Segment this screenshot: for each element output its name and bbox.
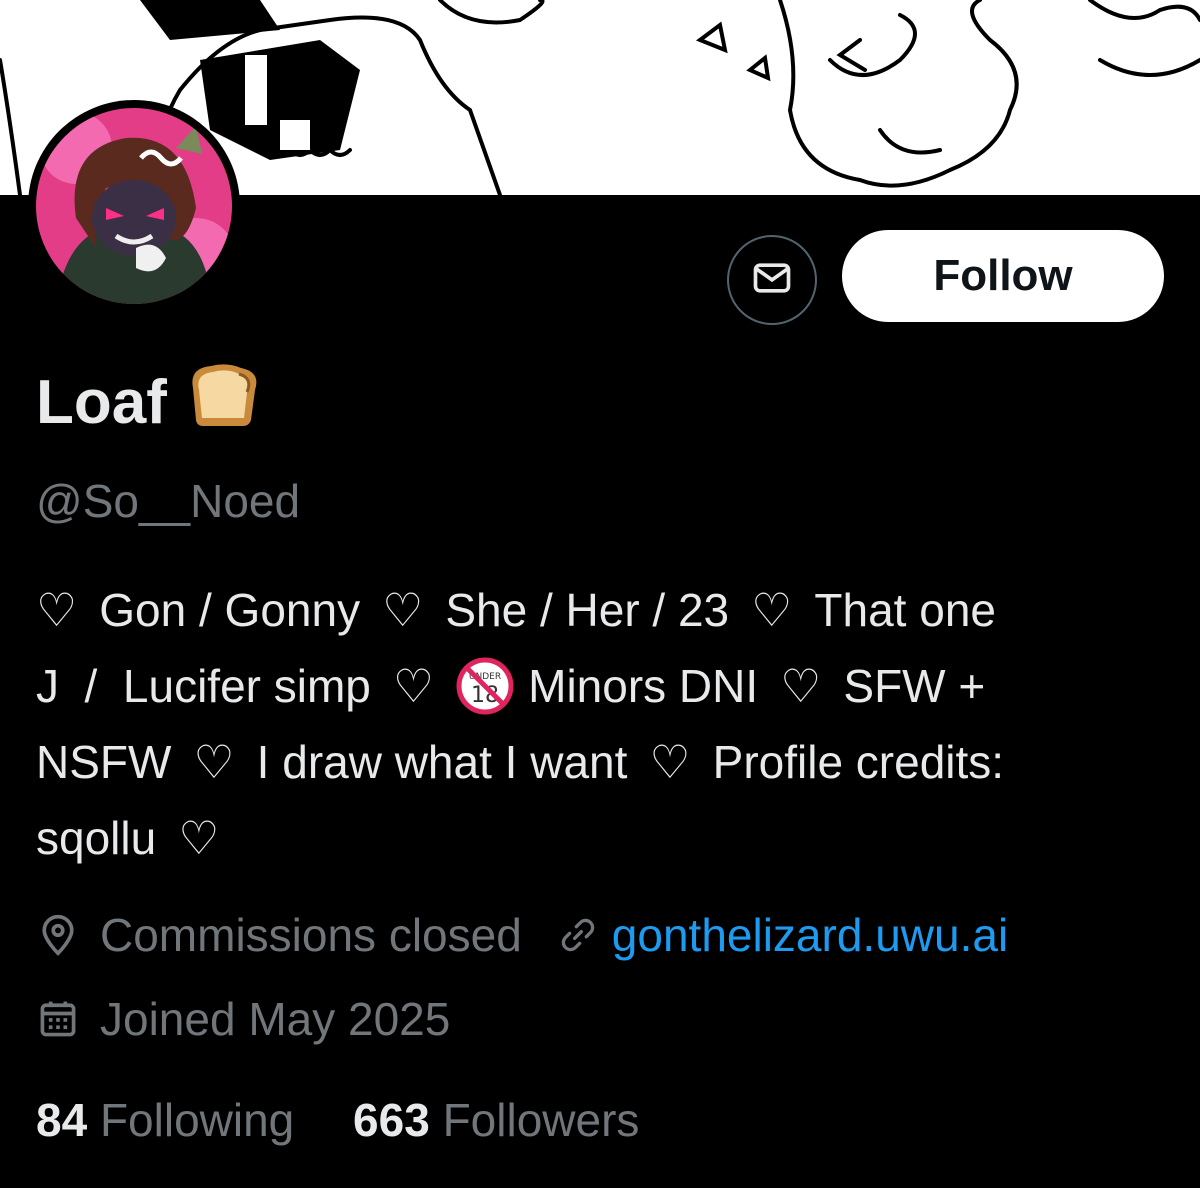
bread-emoji-icon (187, 362, 261, 443)
bio-text: She / Her / 23 (445, 584, 730, 636)
bio-text: That one (814, 584, 996, 636)
bio-text: Minors DNI (528, 660, 759, 712)
message-button[interactable] (727, 235, 817, 325)
heart-separator-icon: ♡ (780, 660, 822, 712)
link-icon (558, 915, 598, 955)
following-stat[interactable]: 84 Following (36, 1093, 294, 1147)
display-name-text: Loaf (36, 368, 167, 437)
profile-meta-joined: Joined May 2025 (36, 992, 450, 1046)
bio-text: J / Lucifer simp (36, 660, 371, 712)
heart-separator-icon: ♡ (751, 584, 793, 636)
following-count: 84 (36, 1094, 88, 1146)
profile-meta-location-link: Commissions closed gonthelizard.uwu.ai (36, 908, 1008, 962)
heart-separator-icon: ♡ (649, 736, 691, 788)
follow-button-label: Follow (933, 251, 1073, 300)
display-name: Loaf (36, 362, 261, 443)
profile-avatar[interactable] (28, 100, 240, 312)
heart-separator-icon: ♡ (36, 584, 78, 636)
followers-label: Followers (442, 1094, 640, 1146)
bio-line-1: ♡ Gon / Gonny ♡ She / Her / 23 ♡ That on… (36, 572, 1176, 648)
bio-text: sqollu (36, 812, 157, 864)
location-text: Commissions closed (100, 909, 522, 961)
bio-text: I draw what I want (256, 736, 628, 788)
calendar-icon (36, 997, 80, 1041)
website-link[interactable]: gonthelizard.uwu.ai (612, 908, 1008, 962)
heart-separator-icon: ♡ (178, 812, 220, 864)
location-pin-icon (36, 913, 80, 957)
bio-line-4: sqollu ♡ (36, 800, 1176, 876)
bio-text: NSFW (36, 736, 172, 788)
joined-date: Joined May 2025 (100, 993, 451, 1045)
bio-text: Profile credits: (712, 736, 1005, 788)
followers-stat[interactable]: 663 Followers (353, 1093, 639, 1147)
follow-stats: 84 Following 663 Followers (36, 1093, 639, 1147)
under-18-prohibited-icon: UNDER 18 (456, 657, 514, 715)
bio-line-2: J / Lucifer simp ♡ UNDER 18 Minors DNI ♡… (36, 648, 1176, 724)
heart-separator-icon: ♡ (392, 660, 435, 712)
following-label: Following (99, 1094, 295, 1146)
follow-button[interactable]: Follow (842, 230, 1164, 322)
followers-count: 663 (353, 1094, 430, 1146)
bio-line-3: NSFW ♡ I draw what I want ♡ Profile cred… (36, 724, 1176, 800)
profile-bio: ♡ Gon / Gonny ♡ She / Her / 23 ♡ That on… (36, 572, 1176, 876)
bio-text: SFW + (843, 660, 986, 712)
heart-separator-icon: ♡ (193, 736, 235, 788)
heart-separator-icon: ♡ (382, 584, 424, 636)
user-handle: @So__Noed (36, 475, 301, 527)
bio-text: Gon / Gonny (99, 584, 361, 636)
envelope-icon (750, 256, 794, 305)
